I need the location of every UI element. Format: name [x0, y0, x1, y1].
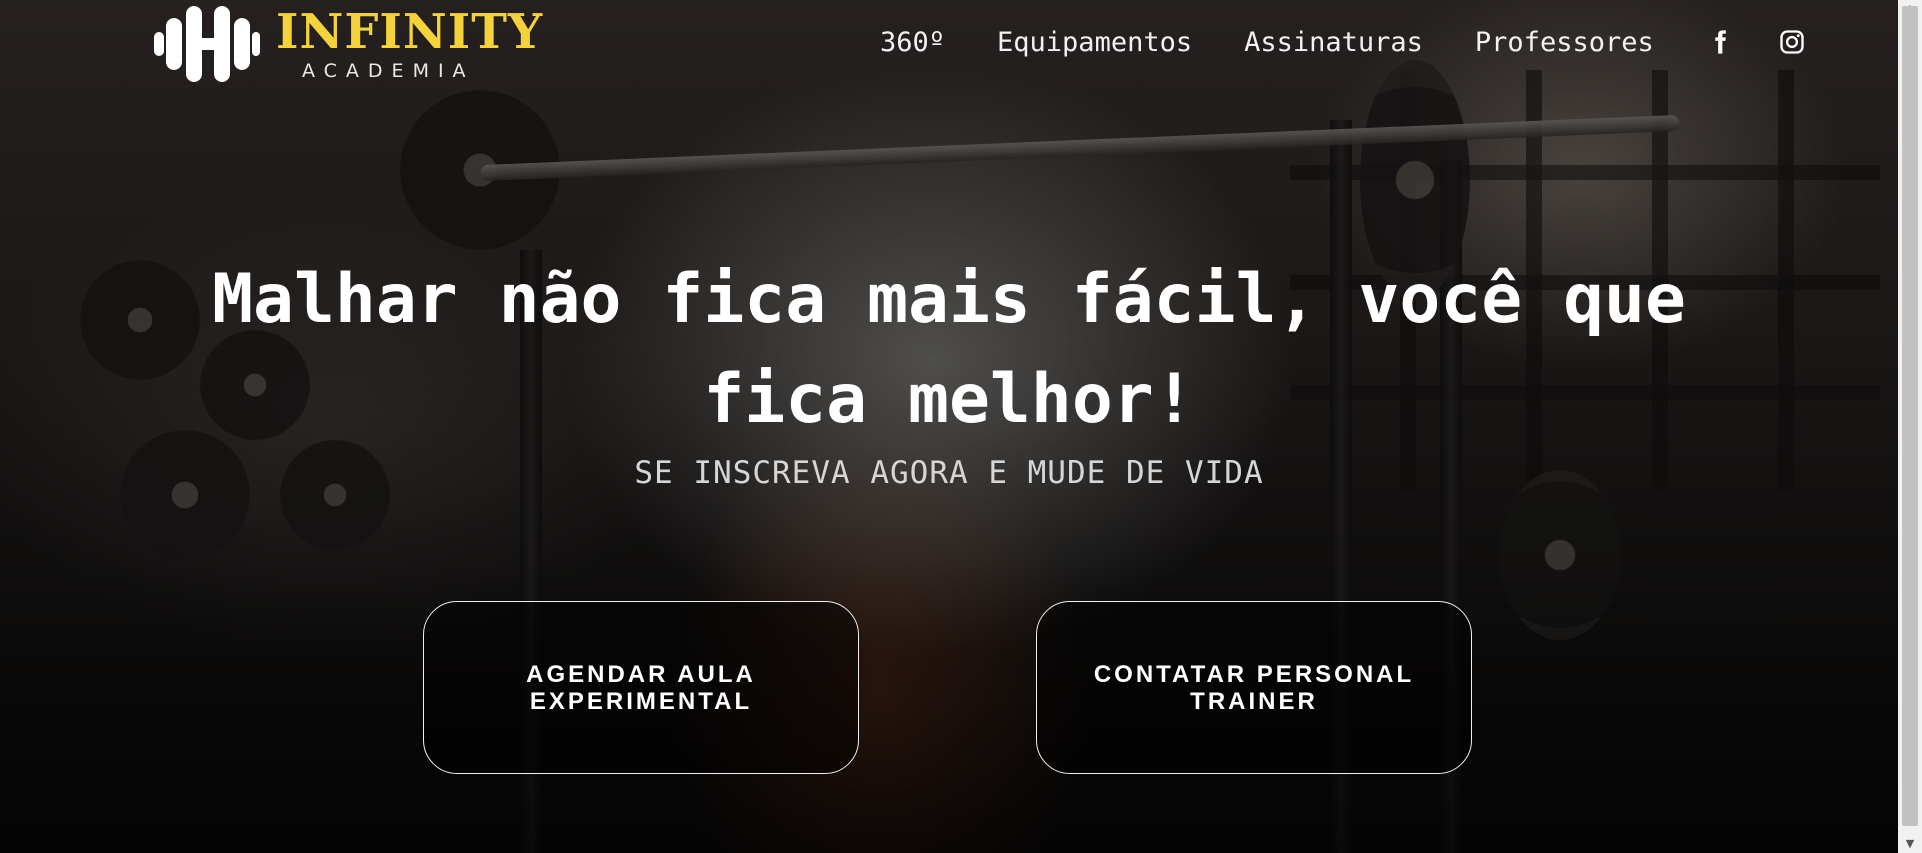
nav-link-assinaturas[interactable]: Assinaturas: [1244, 27, 1423, 58]
dumbbell-h-icon: [154, 6, 260, 82]
contact-personal-trainer-button[interactable]: CONTATAR PERSONAL TRAINER: [1036, 601, 1472, 774]
nav-link-equipamentos[interactable]: Equipamentos: [997, 27, 1192, 58]
brand-tagline: ACADEMIA: [302, 60, 475, 82]
facebook-icon[interactable]: [1706, 28, 1734, 56]
hero-subtitle: SE INSCREVA AGORA E MUDE DE VIDA: [634, 455, 1264, 491]
page: INFINITY ACADEMIA 360º Equipamentos Assi…: [0, 0, 1922, 853]
brand-name: INFINITY: [276, 4, 544, 60]
nav-link-professores[interactable]: Professores: [1475, 27, 1654, 58]
hero-title: Malhar não fica mais fácil, você que fic…: [212, 260, 1686, 439]
vertical-scrollbar[interactable]: ▲ ▼: [1898, 0, 1922, 853]
nav-link-360[interactable]: 360º: [880, 27, 945, 58]
scroll-down-arrow[interactable]: ▼: [1898, 835, 1922, 853]
site-header: INFINITY ACADEMIA 360º Equipamentos Assi…: [0, 0, 1898, 90]
scrollbar-thumb[interactable]: [1902, 6, 1918, 826]
main-nav: 360º Equipamentos Assinaturas Professore…: [880, 22, 1850, 62]
brand-logo[interactable]: INFINITY ACADEMIA: [154, 4, 564, 84]
instagram-icon[interactable]: [1778, 28, 1806, 56]
schedule-trial-class-button[interactable]: AGENDAR AULA EXPERIMENTAL: [423, 601, 859, 774]
